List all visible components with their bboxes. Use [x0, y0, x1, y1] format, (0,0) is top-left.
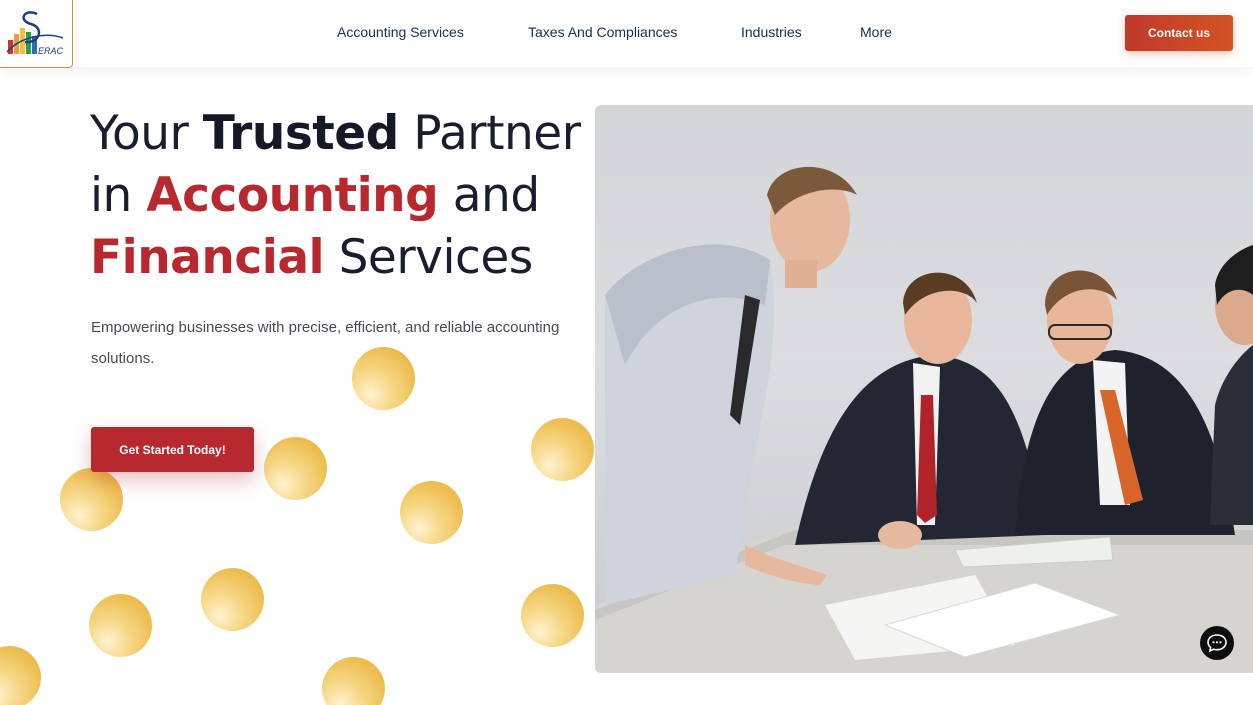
hero-subtext: Empowering businesses with precise, effi…: [91, 319, 560, 367]
chat-widget-button[interactable]: [1200, 626, 1234, 660]
nav-more[interactable]: More: [860, 24, 892, 40]
headline-word: in: [90, 168, 147, 223]
decorative-coin: [400, 481, 463, 544]
business-meeting-illustration: [595, 166, 1253, 673]
headline-word: Your: [90, 106, 203, 161]
headline-word: Services: [324, 230, 534, 285]
hero-team-photo: [595, 105, 1253, 673]
nav-accounting-services[interactable]: Accounting Services: [337, 24, 464, 40]
hero-headline: Your Trusted Partner in Accounting and F…: [90, 103, 590, 289]
decorative-coin: [201, 568, 264, 631]
decorative-coin: [0, 646, 41, 705]
decorative-coin: [322, 657, 385, 705]
headline-word: Partner: [398, 106, 581, 161]
logo-text: ERAC: [38, 46, 64, 56]
decorative-coin: [60, 468, 123, 531]
decorative-coin: [531, 418, 594, 481]
nav-industries[interactable]: Industries: [741, 24, 802, 40]
get-started-button[interactable]: Get Started Today!: [91, 427, 254, 472]
site-header: ERAC Accounting Services Taxes And Compl…: [0, 0, 1253, 68]
headline-emphasis-accounting: Accounting: [146, 168, 439, 223]
chat-bubble-icon: [1207, 634, 1227, 653]
headline-emphasis-trusted: Trusted: [202, 106, 400, 161]
contact-us-button[interactable]: Contact us: [1125, 15, 1233, 51]
headline-emphasis-financial: Financial: [90, 230, 325, 285]
decorative-coin: [352, 347, 415, 410]
decorative-coin: [264, 437, 327, 500]
nav-taxes-and-compliances[interactable]: Taxes And Compliances: [528, 24, 677, 40]
decorative-coin: [521, 584, 584, 647]
company-logo[interactable]: ERAC: [0, 0, 73, 68]
bar-chart-logo-icon: ERAC: [6, 11, 64, 56]
decorative-coin: [89, 594, 152, 657]
headline-word: and: [438, 168, 540, 223]
